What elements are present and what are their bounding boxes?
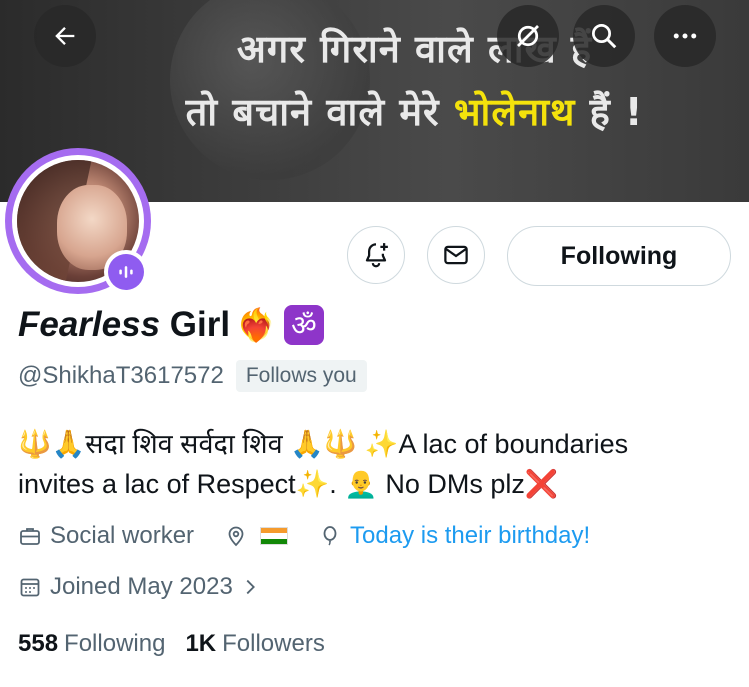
display-name: Fearless Girl: [18, 305, 230, 345]
handle-row: @ShikhaT3617572 Follows you: [18, 360, 367, 392]
display-name-rest: Girl: [160, 305, 231, 344]
display-name-row: Fearless Girl ❤‍🔥 ॐ: [18, 305, 324, 345]
joined-date[interactable]: Joined May 2023: [18, 573, 269, 601]
banner-text-highlight: भोलेनाथ: [453, 90, 576, 134]
occupation-text: Social worker: [50, 522, 195, 549]
followers-count: 1K: [185, 630, 217, 657]
followers-label: Followers: [222, 630, 325, 657]
display-name-italic: Fearless: [18, 305, 161, 344]
flag-green: [261, 538, 288, 544]
back-button[interactable]: [34, 5, 96, 67]
birthday-text: Today is their birthday!: [350, 522, 591, 549]
followers-count-link[interactable]: 1K Followers: [185, 630, 324, 658]
location: [224, 524, 289, 548]
banner-text-line1: अगर गिराने वाले लाख हैं: [236, 27, 593, 71]
following-button[interactable]: Following: [507, 226, 731, 286]
bell-plus-icon: [365, 243, 388, 268]
bio-line1: 🔱🙏सदा शिव सर्वदा शिव 🙏🔱 ✨A lac of bounda…: [18, 429, 629, 459]
more-icon: [673, 33, 697, 39]
joined-row[interactable]: Joined May 2023: [18, 573, 299, 601]
occupation: Social worker: [18, 522, 194, 550]
following-count-link[interactable]: 558 Following: [18, 630, 165, 658]
balloon-icon: [323, 526, 337, 546]
banner-text-main: तो बचाने वाले मेरे: [185, 90, 454, 134]
calendar-icon: [20, 578, 40, 597]
handle: @ShikhaT3617572: [18, 362, 224, 389]
arrow-left-icon: [55, 27, 75, 45]
location-pin-icon: [228, 526, 244, 547]
grok-button[interactable]: [497, 5, 559, 67]
spaces-icon: [119, 266, 133, 278]
more-button[interactable]: [654, 5, 716, 67]
grok-icon: [517, 25, 539, 47]
banner-text-line2: तो बचाने वाले मेरे भोलेनाथ हैं !: [40, 85, 749, 137]
search-button[interactable]: [573, 5, 635, 67]
banner-text-end: हैं !: [575, 90, 644, 134]
birthday: Today is their birthday!: [318, 522, 590, 550]
notifications-button[interactable]: [347, 226, 405, 284]
spaces-badge-dot: [108, 254, 144, 290]
follows-you-badge: Follows you: [235, 360, 367, 392]
message-button[interactable]: [427, 226, 485, 284]
heart-on-fire-emoji: ❤‍🔥: [236, 306, 276, 344]
om-emoji: ॐ: [283, 305, 324, 345]
bio-line2: invites a lac of Respect✨. 👨‍🦲 No DMs pl…: [18, 464, 738, 505]
envelope-icon: [444, 245, 468, 265]
cross-emoji: ❌: [524, 469, 559, 500]
follow-stats: 558 Following 1K Followers: [18, 630, 345, 658]
following-count: 558: [18, 630, 59, 657]
india-flag-icon: [260, 527, 289, 545]
spaces-badge[interactable]: [104, 250, 148, 294]
bio: 🔱🙏सदा शिव सर्वदा शिव 🙏🔱 ✨A lac of bounda…: [18, 424, 738, 505]
search-icon: [592, 24, 617, 49]
profile-meta-row: Social worker Today is their birthday!: [18, 522, 620, 550]
joined-text: Joined May 2023: [50, 573, 233, 600]
following-label: Following: [64, 630, 166, 657]
briefcase-icon: [20, 528, 40, 545]
chevron-right-icon: [246, 579, 255, 595]
bio-line2-text: invites a lac of Respect✨. 👨‍🦲 No DMs pl…: [18, 469, 525, 499]
